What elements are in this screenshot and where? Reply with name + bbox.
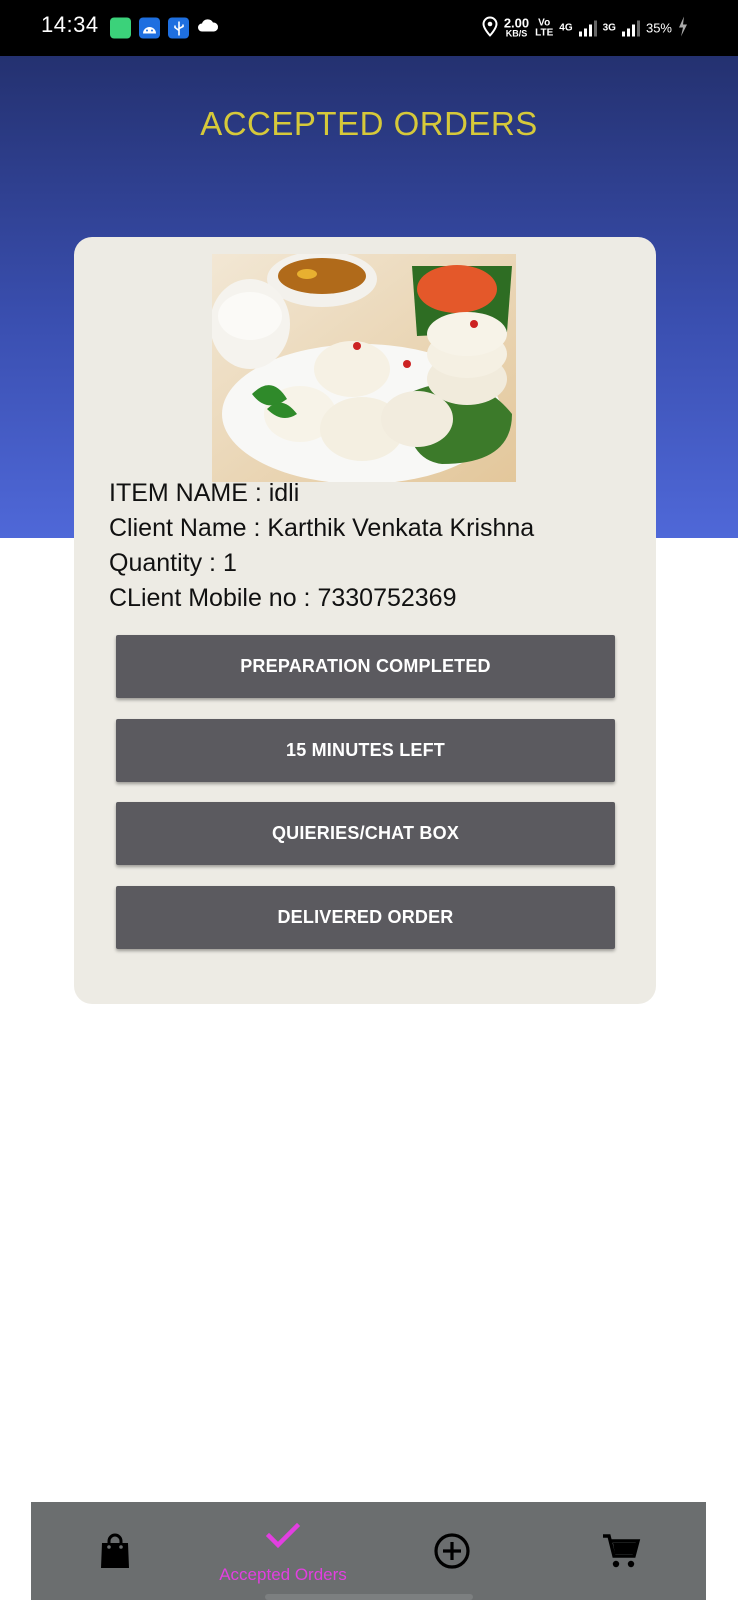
nav-item-orders[interactable] [31,1502,199,1600]
shopping-bag-icon [98,1532,132,1575]
notification-icons [110,17,219,39]
signal-strength-icon [578,20,597,36]
network-3g-label: 3G [602,22,616,33]
page-title: ACCEPTED ORDERS [200,105,538,142]
network-speed: 2.00 KB/S [503,15,530,39]
volte-indicator: Vo LTE [535,18,553,38]
cart-icon [601,1532,641,1575]
add-circle-icon [433,1532,471,1575]
item-name: ITEM NAME : idli [109,479,300,507]
signal-strength-icon-2 [621,20,640,36]
client-name: Client Name : Karthik Venkata Krishna [109,514,535,542]
app-notification-icon [110,17,131,39]
food-image [212,254,516,482]
location-icon [482,16,498,40]
nav-item-accepted-orders[interactable]: Accepted Orders [199,1502,367,1600]
nav-item-cart[interactable] [537,1502,705,1600]
bottom-navigation: Accepted Orders [31,1502,706,1600]
order-card: ITEM NAME : idli Client Name : Karthik V… [74,237,656,1004]
system-status-icons: 2.00 KB/S Vo LTE 4G 3G 35% [482,15,688,40]
usb-icon [168,17,189,39]
home-indicator [265,1594,473,1600]
charging-icon [678,16,688,40]
volte-top: Vo [538,17,551,28]
network-speed-unit: KB/S [505,28,528,38]
quantity: Quantity : 1 [109,549,237,577]
nav-item-add[interactable] [368,1502,536,1600]
queries-chat-box-button[interactable]: QUIERIES/CHAT BOX [116,802,615,865]
network-4g-label: 4G [559,22,573,33]
nav-label-accepted-orders: Accepted Orders [219,1565,347,1584]
check-icon [265,1522,301,1555]
cloud-icon [197,19,219,38]
client-mobile: CLient Mobile no : 7330752369 [109,584,457,612]
delivered-order-button[interactable]: DELIVERED ORDER [116,886,615,949]
status-bar: 14:34 2.00 KB/S Vo LTE 4G 3G 35% [0,0,738,56]
volte-bottom: LTE [535,27,554,38]
network-speed-value: 2.00 [503,15,530,30]
status-time: 14:34 [41,12,99,37]
battery-percentage: 35% [645,20,672,36]
preparation-completed-button[interactable]: PREPARATION COMPLETED [116,635,615,698]
fifteen-minutes-left-button[interactable]: 15 MINUTES LEFT [116,719,615,782]
android-icon [139,17,160,39]
